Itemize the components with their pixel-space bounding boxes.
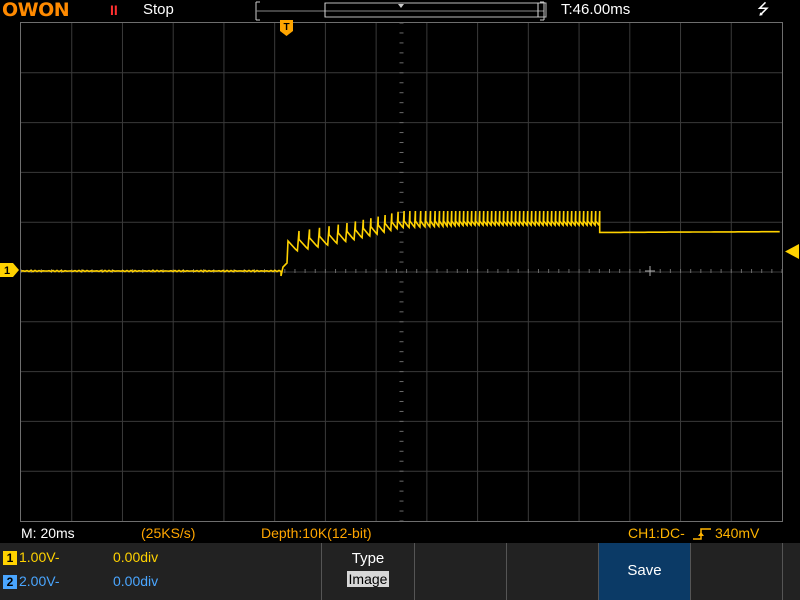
ch1-marker-label: 1 [4,265,10,277]
menu-scroll-area [782,543,800,600]
trigger-level-label: 340mV [715,525,760,541]
rising-edge-icon [693,528,711,540]
ch1-scale: 1.00V- [19,549,60,565]
ch1-ground-marker[interactable]: 1 [0,262,20,278]
menu-button-empty-2[interactable] [414,543,506,600]
timebase-label: M: 20ms [21,525,75,541]
type-menu-title: Type [351,550,385,567]
save-button[interactable]: Save [598,543,690,600]
menu-button-empty-5[interactable] [690,543,782,600]
trigger-marker-label: T [283,22,289,33]
trigger-source-label: CH1:DC- [628,525,685,541]
ch1-waveform-trace [21,210,780,277]
ch2-scale: 2.00V- [19,573,60,589]
ch2-badge[interactable]: 2 [3,575,17,589]
memory-position-bar[interactable] [252,0,552,22]
run-stop-icon[interactable]: II [110,2,118,18]
trigger-level-marker[interactable] [783,244,800,260]
ch1-offset: 0.00div [113,549,159,565]
trigger-time-readout: T:46.00ms [561,1,631,18]
graticule [21,23,782,521]
memory-position-pointer [398,4,404,8]
brand-logo: OWON [2,0,70,21]
ch1-badge[interactable]: 1 [3,551,17,565]
top-status-bar: OWON II Stop T:46.00ms ⭍ [0,0,800,22]
ch2-offset: 0.00div [113,573,159,589]
usb-icon: ⭍ [757,1,770,18]
type-menu-value: Image [346,571,390,587]
run-state-label: Stop [143,1,174,18]
menu-button-empty-3[interactable] [506,543,598,600]
save-button-label: Save [627,562,662,579]
waveform-display [20,22,783,522]
trigger-position-marker: T [280,20,293,36]
sample-rate-label: (25KS/s) [141,525,196,541]
memory-depth-label: Depth:10K(12-bit) [261,525,372,541]
type-menu-button[interactable]: Type Image [321,543,414,600]
